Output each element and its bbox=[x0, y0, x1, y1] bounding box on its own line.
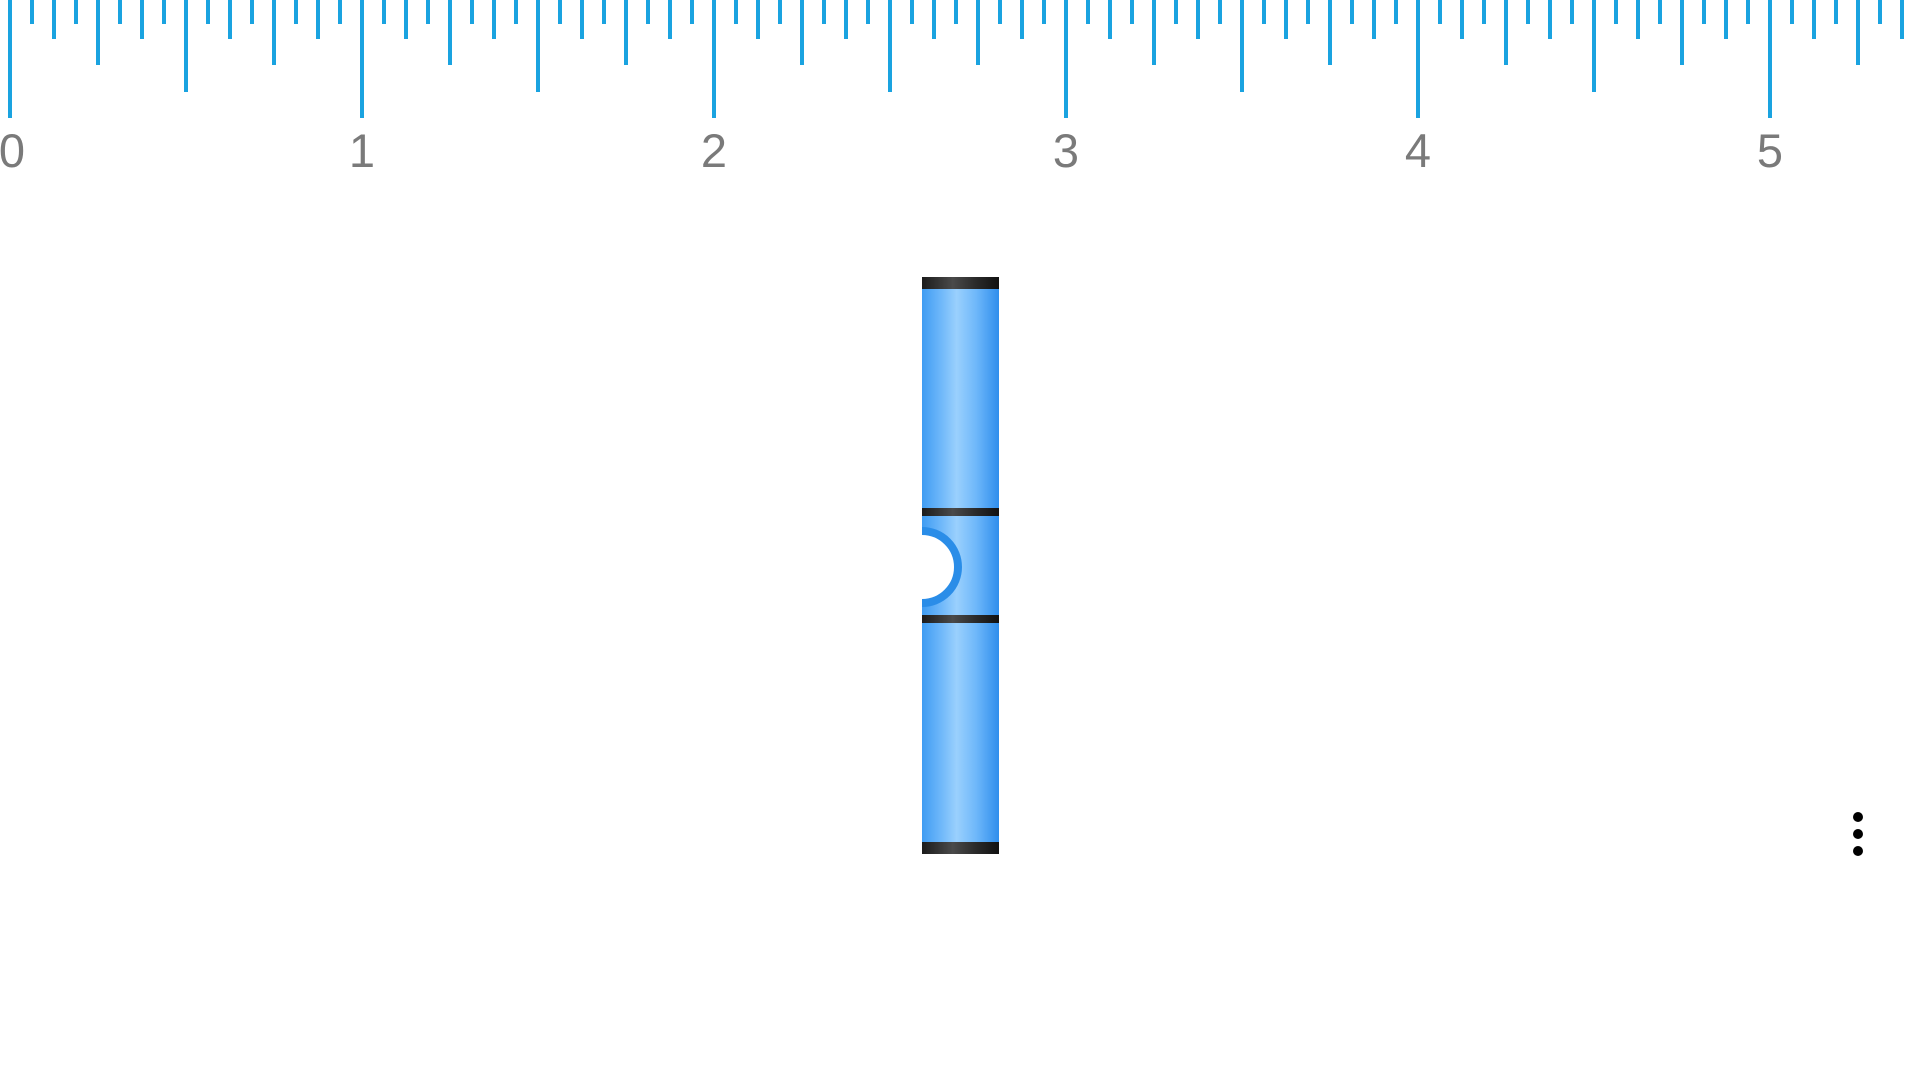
ruler-label: 2 bbox=[700, 124, 728, 177]
level-top-cap bbox=[922, 277, 999, 289]
level-bubble bbox=[922, 527, 962, 607]
level-bottom-cap bbox=[922, 842, 999, 854]
more-options-button[interactable] bbox=[1840, 806, 1876, 862]
level-lower-marker bbox=[922, 615, 999, 623]
level-app-screen: 0 1 2 3 4 5 bbox=[0, 0, 1920, 1080]
ruler-label: 3 bbox=[1052, 124, 1080, 177]
ruler-label: 1 bbox=[348, 124, 376, 177]
level-upper-marker bbox=[922, 508, 999, 516]
ruler-ticks bbox=[8, 0, 1904, 118]
bubble-level bbox=[922, 277, 999, 854]
ruler-label: 5 bbox=[1756, 124, 1784, 177]
ruler-label: 4 bbox=[1404, 124, 1432, 177]
ruler: 0 1 2 3 4 5 bbox=[0, 0, 1920, 185]
ruler-label: 0 bbox=[0, 124, 26, 177]
